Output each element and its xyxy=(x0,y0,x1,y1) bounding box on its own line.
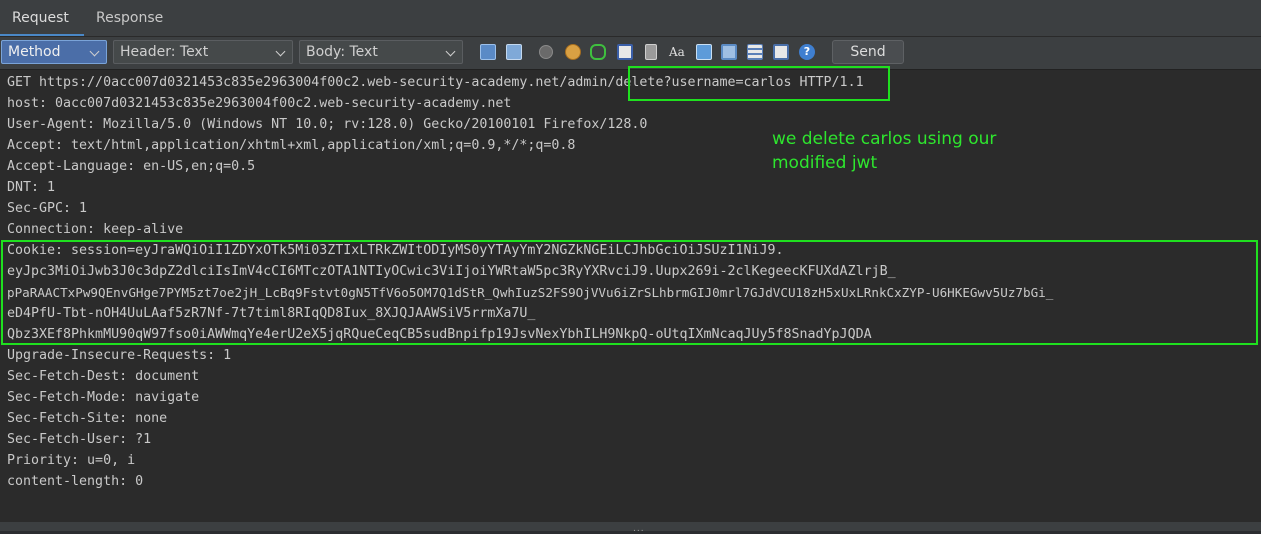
cookie-continuation: eyJpc3MiOiJwb3J0c3dpZ2dlciIsImV4cCI6MTcz… xyxy=(7,264,896,279)
list-panel-icon[interactable] xyxy=(747,44,763,60)
cookie-continuation: eD4PfU-Tbt-nOH4UuLAaf5zR7Nf-7t7timl8RIqQ… xyxy=(7,306,536,321)
header-priority: Priority: u=0, i xyxy=(7,453,136,468)
font-size-icon[interactable]: Aa xyxy=(669,44,685,60)
window-icon[interactable] xyxy=(617,44,633,60)
header-sec-fetch-user: Sec-Fetch-User: ?1 xyxy=(7,432,152,447)
layout-vertical-icon[interactable] xyxy=(506,44,522,60)
header-sec-fetch-dest: Sec-Fetch-Dest: document xyxy=(7,369,200,384)
body-format-dropdown[interactable]: Body: Text xyxy=(299,40,463,64)
header-format-label: Header: Text xyxy=(120,44,209,60)
cookie-icon[interactable] xyxy=(565,44,581,60)
header-content-length: content-length: 0 xyxy=(7,474,144,489)
header-sec-fetch-mode: Sec-Fetch-Mode: navigate xyxy=(7,390,200,405)
header-accept: Accept: text/html,application/xhtml+xml,… xyxy=(7,138,576,153)
request-editor[interactable]: GET https://0acc007d0321453c835e2963004f… xyxy=(0,70,1261,522)
help-icon[interactable]: ? xyxy=(799,44,815,60)
window-panel-icon[interactable] xyxy=(721,44,737,60)
cookie-continuation: Qbz3XEf8PhkmMU90qW97fso0iAWWmqYe4erU2eX5… xyxy=(7,327,872,342)
method-dropdown[interactable]: Method xyxy=(1,40,107,64)
send-button[interactable]: Send xyxy=(832,40,904,64)
method-dropdown-label: Method xyxy=(8,44,61,60)
request-line: GET https://0acc007d0321453c835e2963004f… xyxy=(7,75,864,90)
header-user-agent: User-Agent: Mozilla/5.0 (Windows NT 10.0… xyxy=(7,117,648,132)
header-sec-gpc: Sec-GPC: 1 xyxy=(7,201,88,216)
table-panel-icon[interactable] xyxy=(773,44,789,60)
redirect-arrow-icon[interactable] xyxy=(590,44,606,60)
header-connection: Connection: keep-alive xyxy=(7,222,184,237)
layout-horizontal-icon[interactable] xyxy=(480,44,496,60)
chevron-down-icon xyxy=(89,46,100,57)
chevron-down-icon xyxy=(445,46,456,57)
header-host: host: 0acc007d0321453c835e2963004f00c2.w… xyxy=(7,96,512,111)
header-format-dropdown[interactable]: Header: Text xyxy=(113,40,293,64)
body-format-label: Body: Text xyxy=(306,44,378,60)
tab-response[interactable]: Response xyxy=(84,0,180,36)
header-accept-language: Accept-Language: en-US,en;q=0.5 xyxy=(7,159,256,174)
cookie-continuation: pPaRAACTxPw9QEnvGHge7PYM5zt7oe2jH_LcBq9F… xyxy=(7,285,1054,300)
chevron-down-icon xyxy=(275,46,286,57)
tab-request[interactable]: Request xyxy=(0,0,84,36)
tab-bar: Request Response xyxy=(0,0,1261,37)
bottom-bar: ... xyxy=(0,522,1261,534)
resize-grip-icon[interactable]: ... xyxy=(633,525,645,534)
record-circle-icon[interactable] xyxy=(539,45,553,59)
header-cookie: Cookie: session=eyJraWQiOiI1ZDYxOTk5Mi03… xyxy=(7,243,784,258)
print-icon[interactable] xyxy=(696,44,712,60)
header-upgrade-insecure-requests: Upgrade-Insecure-Requests: 1 xyxy=(7,348,232,363)
toolbar: Method Header: Text Body: Text Aa ? Send xyxy=(0,37,1261,70)
header-dnt: DNT: 1 xyxy=(7,180,56,195)
annotation-note: we delete carlos using our modified jwt xyxy=(772,129,997,173)
device-icon[interactable] xyxy=(645,44,657,60)
header-sec-fetch-site: Sec-Fetch-Site: none xyxy=(7,411,168,426)
